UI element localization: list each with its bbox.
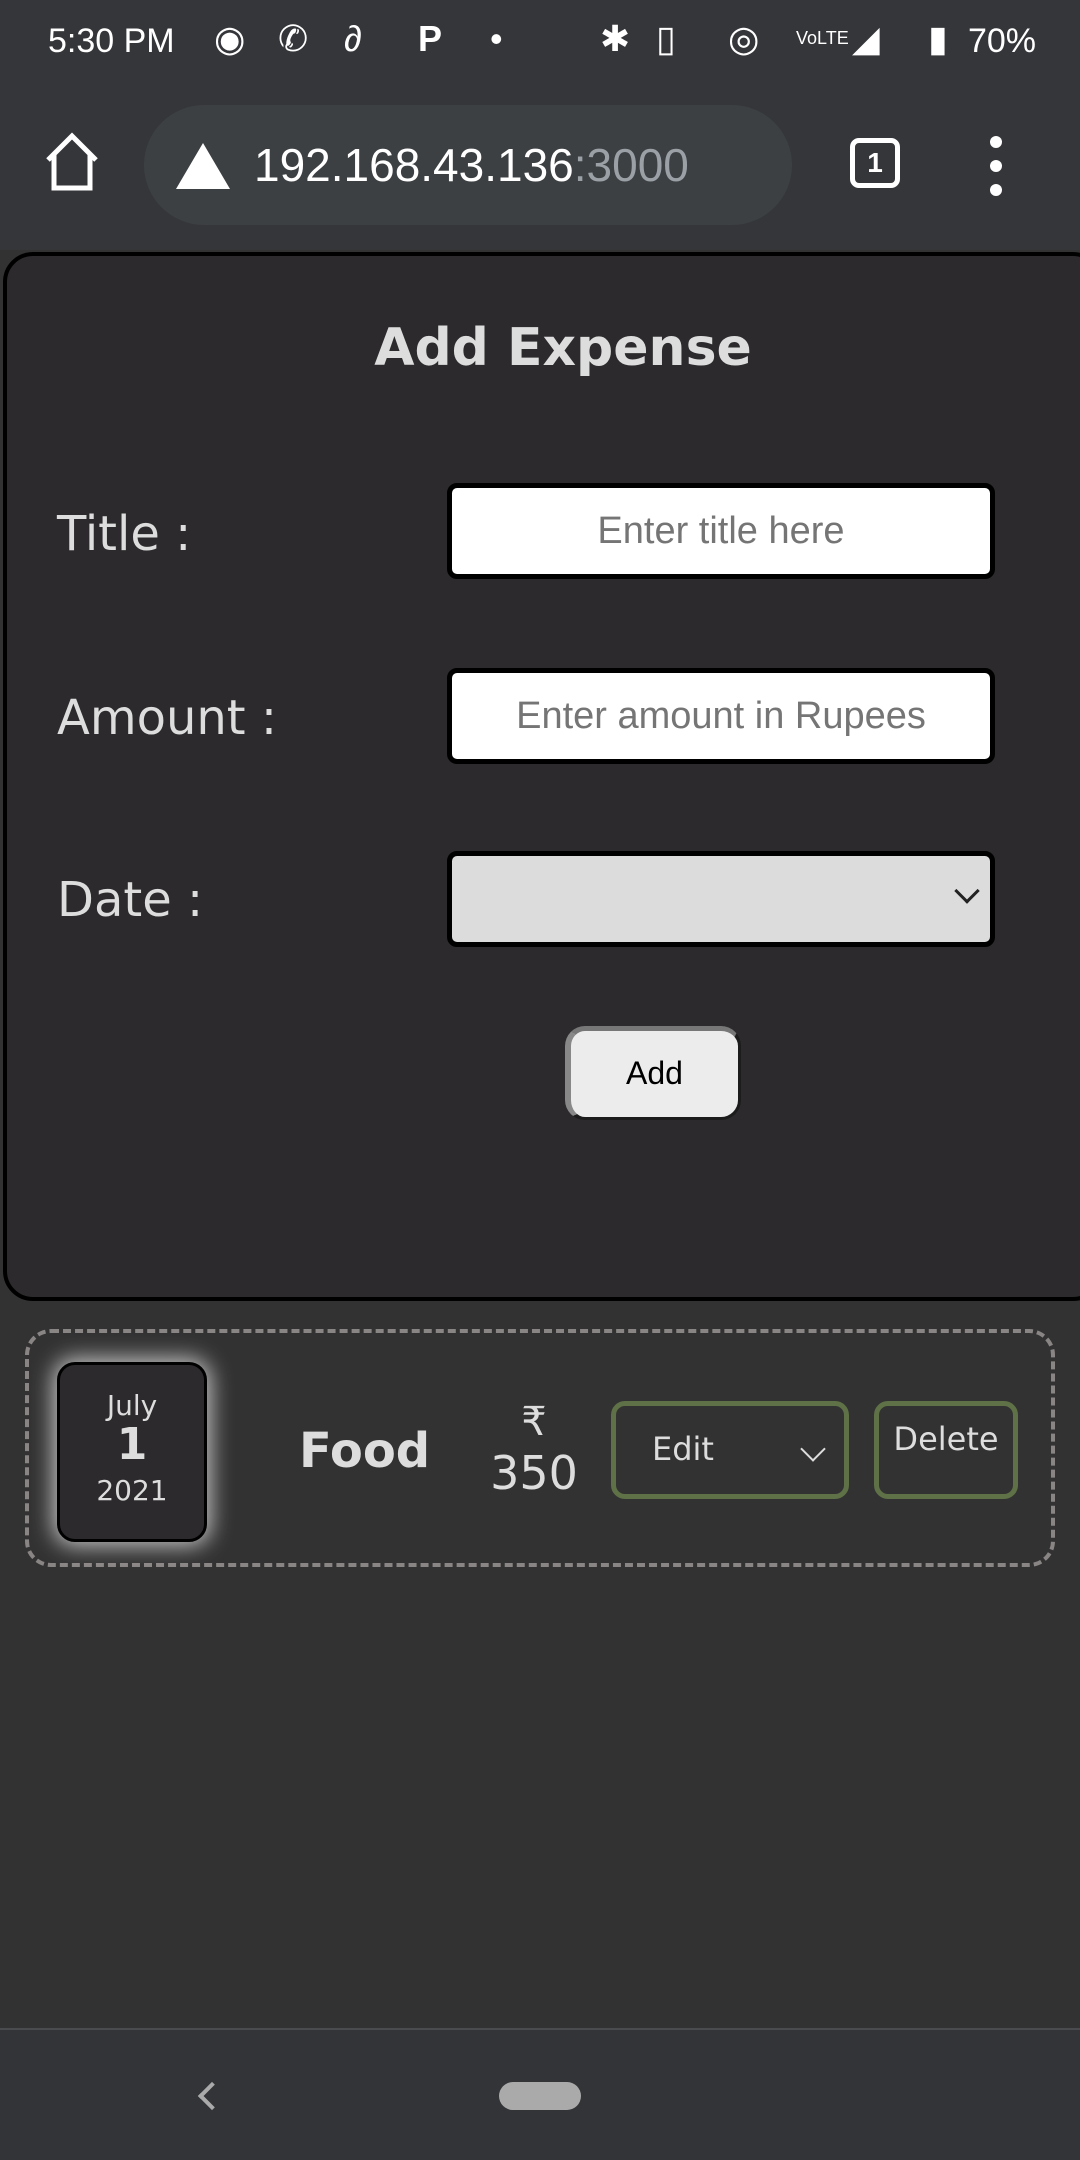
add-expense-form: Add Expense Title : Enter title here Amo… [3, 252, 1080, 1301]
expense-amount-value: 350 [490, 1446, 578, 1500]
address-bar[interactable]: 192.168.43.136:3000 [144, 105, 792, 225]
form-title: Add Expense [374, 318, 752, 378]
home-gesture-pill[interactable] [499, 2082, 581, 2110]
paytm-icon: P [418, 18, 443, 59]
date-label: Date : [57, 872, 204, 928]
delete-button[interactable]: Delete [874, 1401, 1018, 1499]
tab-switcher-button[interactable]: 1 [850, 138, 900, 188]
amount-input[interactable]: Enter amount in Rupees [447, 668, 995, 764]
amount-label: Amount : [57, 690, 278, 746]
browser-toolbar: 192.168.43.136:3000 1 [0, 90, 1080, 250]
home-icon[interactable] [40, 130, 104, 194]
battery-charging-icon: ▮ [928, 18, 948, 59]
expense-title: Food [299, 1423, 431, 1479]
date-select[interactable] [447, 851, 995, 947]
4g-signal-icon: ◢ [852, 18, 880, 59]
expense-amount: ₹ 350 [479, 1399, 589, 1501]
chevron-down-icon [954, 878, 980, 904]
whatsapp-icon: ✆ [278, 18, 309, 59]
bluetooth-icon: ✱ [600, 18, 631, 59]
vibrate-icon: ▯ [656, 18, 676, 59]
title-input[interactable]: Enter title here [447, 483, 995, 579]
rupee-icon: ₹ [521, 1399, 547, 1445]
more-menu-icon[interactable] [984, 136, 1008, 196]
navigation-bar [0, 2028, 1080, 2160]
add-button[interactable]: Add [565, 1026, 741, 1120]
dot-icon: • [490, 18, 503, 59]
expense-date: July 1 2021 [57, 1362, 207, 1542]
title-label: Title : [57, 506, 192, 562]
edit-label: Edit [652, 1430, 714, 1468]
edit-select[interactable]: Edit [611, 1401, 849, 1499]
status-time: 5:30 PM [48, 22, 175, 60]
expense-item: July 1 2021 Food ₹ 350 Edit Delete [25, 1329, 1055, 1567]
chevron-down-icon [800, 1436, 826, 1462]
url-port: :3000 [573, 139, 689, 191]
url-host: 192.168.43.136 [254, 139, 574, 191]
expense-year: 2021 [96, 1474, 168, 1507]
expense-day: 1 [116, 1419, 148, 1470]
back-icon[interactable] [197, 2081, 227, 2111]
expense-month: July [106, 1389, 158, 1422]
spotify-icon: ◉ [214, 18, 246, 59]
battery-level: 70% [967, 22, 1036, 60]
volte-icon: VoLTE [796, 28, 849, 48]
warning-icon [176, 143, 230, 189]
airtel-icon: ∂ [344, 18, 362, 59]
status-bar: 5:30 PM ◉ ✆ ∂ P • ✱ ▯ ◎ VoLTE ◢ ▮ 70% [0, 0, 1080, 90]
hotspot-icon: ◎ [728, 18, 760, 59]
